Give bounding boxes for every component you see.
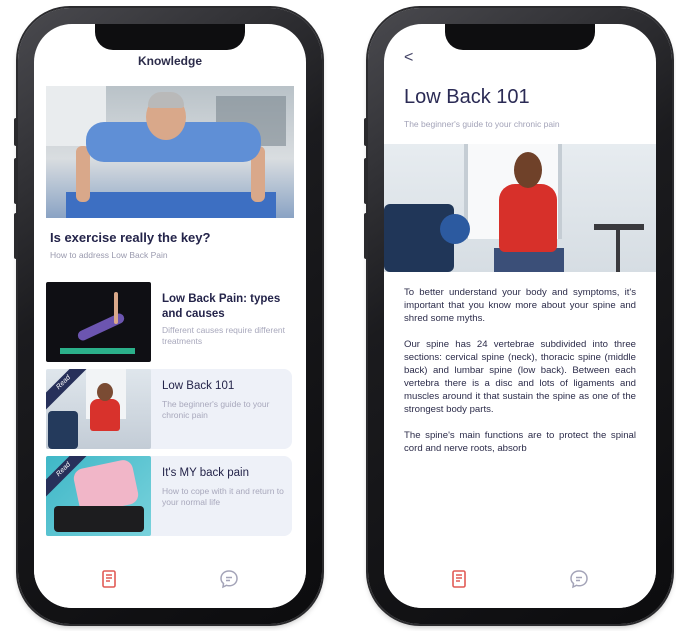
article-body: To better understand your body and sympt… bbox=[404, 286, 636, 468]
hero-shirt bbox=[499, 184, 557, 252]
hero-table-leg bbox=[616, 230, 620, 272]
phone-notch bbox=[445, 24, 595, 50]
article-card-description: Different causes require different treat… bbox=[162, 325, 286, 346]
featured-article-subtitle: How to address Low Back Pain bbox=[50, 250, 168, 260]
page-title: Knowledge bbox=[137, 54, 202, 68]
phone-mute-switch bbox=[364, 118, 368, 146]
thumb-chair bbox=[48, 411, 78, 449]
article-card-types-causes[interactable]: Low Back Pain: types and causes Differen… bbox=[46, 282, 292, 362]
bottom-tab-bar bbox=[34, 558, 306, 608]
read-badge-label: Read bbox=[46, 456, 88, 498]
featured-article-image[interactable] bbox=[46, 86, 294, 218]
thumb-shirt bbox=[90, 399, 120, 431]
knowledge-screen: Knowledge Is exercise really the key? Ho… bbox=[34, 24, 306, 608]
phone-volume-down bbox=[364, 213, 368, 259]
phone-frame-left: Knowledge Is exercise really the key? Ho… bbox=[14, 8, 322, 624]
thumb-head bbox=[97, 383, 113, 401]
article-card-low-back-101[interactable]: Read Low Back 101 The beginner's guide t… bbox=[46, 369, 292, 449]
chat-bubble-icon[interactable] bbox=[568, 568, 590, 590]
chevron-left-icon[interactable]: < bbox=[404, 50, 413, 66]
read-badge: Read bbox=[46, 456, 88, 498]
phone-mute-switch bbox=[14, 118, 18, 146]
book-icon[interactable] bbox=[448, 568, 470, 590]
article-title: Low Back 101 bbox=[404, 86, 530, 108]
phone-volume-down bbox=[14, 213, 18, 259]
article-subtitle: The beginner's guide to your chronic pai… bbox=[404, 119, 560, 129]
article-card-title: Low Back Pain: types and causes bbox=[162, 293, 281, 320]
hero-arm-left bbox=[76, 146, 90, 202]
phone-frame-right: < Low Back 101 The beginner's guide to y… bbox=[364, 8, 672, 624]
hero-ball bbox=[440, 214, 470, 244]
article-hero-image bbox=[384, 144, 656, 272]
book-icon[interactable] bbox=[98, 568, 120, 590]
article-thumbnail bbox=[46, 282, 151, 362]
thumb-mat bbox=[60, 348, 135, 354]
read-badge-label: Read bbox=[46, 369, 88, 411]
thumb-chair bbox=[54, 506, 144, 532]
article-paragraph: To better understand your body and sympt… bbox=[404, 287, 636, 324]
chat-bubble-icon[interactable] bbox=[218, 568, 240, 590]
article-card-description: The beginner's guide to your chronic pai… bbox=[162, 399, 270, 420]
hero-hair bbox=[148, 92, 184, 108]
article-paragraph: The spine's main functions are to protec… bbox=[404, 430, 636, 454]
article-card-title: It's MY back pain bbox=[162, 467, 249, 479]
phone-volume-up bbox=[14, 158, 18, 204]
featured-article-title[interactable]: Is exercise really the key? bbox=[50, 230, 210, 245]
article-card-my-back-pain[interactable]: Read It's MY back pain How to cope with … bbox=[46, 456, 292, 536]
phone-notch bbox=[95, 24, 245, 50]
article-paragraph: Our spine has 24 vertebrae subdivided in… bbox=[404, 339, 636, 415]
hero-exercise-mat bbox=[66, 192, 276, 218]
thumb-arm bbox=[114, 292, 118, 324]
article-card-description: How to cope with it and return to your n… bbox=[162, 486, 284, 507]
read-badge: Read bbox=[46, 369, 88, 411]
phone-volume-up bbox=[364, 158, 368, 204]
showcase-stage: Knowledge Is exercise really the key? Ho… bbox=[0, 0, 676, 631]
hero-head bbox=[514, 152, 542, 188]
thumb-figure bbox=[76, 311, 126, 343]
article-screen: < Low Back 101 The beginner's guide to y… bbox=[384, 24, 656, 608]
bottom-tab-bar bbox=[384, 558, 656, 608]
article-card-title: Low Back 101 bbox=[162, 380, 235, 392]
